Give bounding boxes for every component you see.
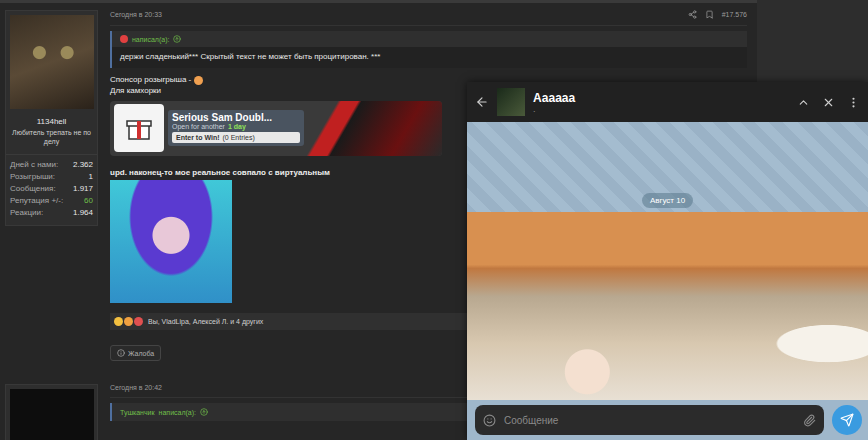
post-time[interactable]: Сегодня в 20:42 [110,384,162,391]
stat-label: Дней с нами: [10,160,58,169]
stat-row: Дней с нами: 2.362 [10,160,93,169]
quote-author-icon[interactable] [120,35,128,43]
stat-label: Розыгрыши: [10,172,55,181]
stat-label: Сообщения: [10,184,56,193]
giveaway-widget[interactable]: Serious Sam Doubl...Open for another1 da… [110,101,442,156]
quote-header: написал(а): [112,31,747,47]
emoji-icon [194,76,203,85]
attach-icon[interactable] [803,414,816,427]
stat-label: Реакции: [10,208,43,217]
post-number[interactable]: #17.576 [722,11,747,18]
chat-subtitle: . [533,105,789,114]
stat-value: 1 [89,172,93,181]
emoji-icon[interactable] [483,414,496,427]
quote-text: держи сладенький*** Скрытый текст не мож… [112,47,747,68]
back-icon[interactable] [475,95,489,109]
collapse-icon[interactable] [797,96,810,109]
menu-icon[interactable] [847,96,860,109]
giveaway-title: Serious Sam Doubl... [168,110,304,123]
giveaway-card: Serious Sam Doubl...Open for another1 da… [168,110,304,146]
stat-value: 1.917 [73,184,93,193]
user-name[interactable]: 1134hell [37,117,67,126]
chat-area: Август 10 [467,122,868,400]
stat-label: Репутация +/-: [10,196,63,205]
chat-header: Аааааа. [467,82,868,122]
chat-title: Аааааа [533,91,789,105]
like-icon [114,317,123,326]
chat-photo[interactable] [467,212,868,400]
chat-avatar[interactable] [497,88,525,116]
stat-row: Розыгрыши: 1 [10,172,93,181]
stat-row: Реакции: 1.964 [10,208,93,217]
giveaway-open: Open for another1 day [168,123,304,132]
stat-value: 60 [84,196,93,205]
user-title: Любитель трепать не по делу [6,126,97,146]
jump-icon[interactable] [200,408,208,416]
user-avatar[interactable] [10,15,94,109]
share-icon[interactable] [688,10,697,19]
report-button[interactable]: Жалоба [110,345,161,361]
game-banner [304,101,442,156]
post-image[interactable] [110,180,232,303]
quote-action: написал(а): [132,36,169,43]
quote: написал(а): держи сладенький*** Скрытый т… [110,31,747,68]
input-bar: Сообщение [467,400,868,440]
user-avatar[interactable] [10,389,94,440]
giveaway-logo [114,104,164,152]
send-button[interactable] [832,405,862,435]
quote-author[interactable]: Тушканчик [120,409,155,416]
input-placeholder: Сообщение [504,415,795,426]
stat-value: 2.362 [73,160,93,169]
love-icon [134,317,143,326]
window-controls [797,96,860,109]
reactions-text: Вы, VladLipa, Алексей Л. и 4 других [148,318,263,325]
bookmark-icon[interactable] [705,10,714,19]
date-pill: Август 10 [642,193,693,208]
user-stats: Дней с нами: 2.362 Розыгрыши: 1 Сообщения: 1.… [6,154,97,217]
user-cell [5,384,98,440]
jump-icon[interactable] [173,35,181,43]
stat-value: 1.964 [73,208,93,217]
info-icon [117,349,125,357]
send-icon [840,413,854,427]
post-tools: #17.576 [688,10,747,19]
quote-action: написал(а): [159,409,196,416]
user-cell: 1134hellЛюбитель трепать не по делу Дней … [5,10,98,226]
gift-icon [124,113,154,143]
wow-icon [124,317,133,326]
chat-window: Аааааа. Август 10 Сообщение [467,82,868,440]
enter-button[interactable]: Enter to Win!(0 Entries) [172,132,300,143]
post-time[interactable]: Сегодня в 20:33 [110,11,162,18]
chat-title-box: Аааааа. [533,91,789,114]
close-icon[interactable] [822,96,835,109]
message-input[interactable]: Сообщение [475,405,824,435]
stat-row: Сообщения: 1.917 [10,184,93,193]
stat-row: Репутация +/-: 60 [10,196,93,205]
post-header: Сегодня в 20:33 #17.576 [110,10,747,26]
